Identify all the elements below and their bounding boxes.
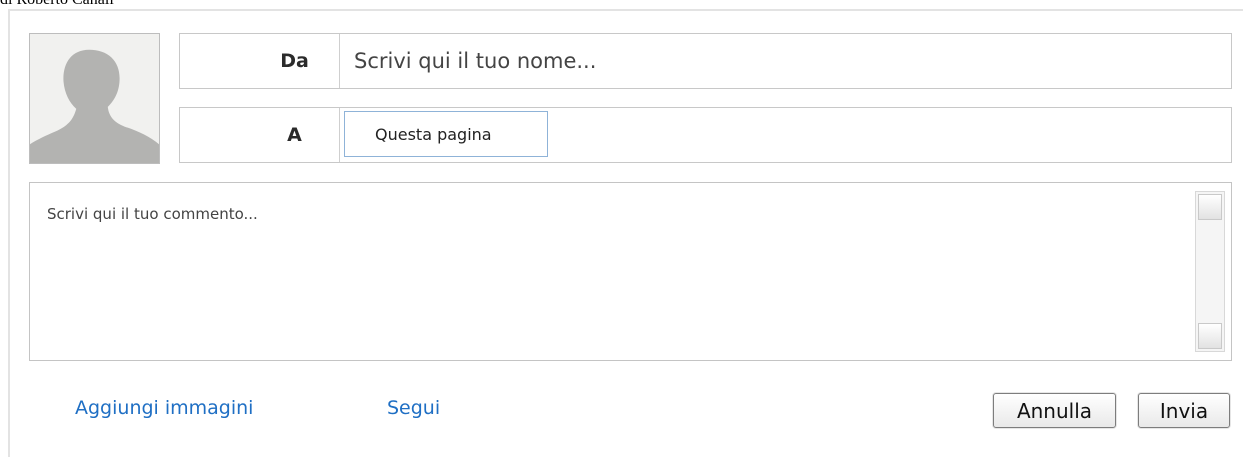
- from-row: Da: [179, 33, 1232, 89]
- comment-textarea[interactable]: [30, 183, 1188, 360]
- follow-link[interactable]: Segui: [387, 397, 440, 419]
- send-button[interactable]: Invia: [1138, 393, 1230, 428]
- cancel-button[interactable]: Annulla: [993, 393, 1116, 428]
- from-label: Da: [180, 34, 340, 88]
- name-input[interactable]: [340, 34, 1228, 88]
- comment-scrollbar[interactable]: [1195, 191, 1225, 352]
- scroll-down-button[interactable]: [1198, 323, 1222, 349]
- scroll-up-button[interactable]: [1198, 194, 1222, 220]
- to-row: A Questa pagina: [179, 107, 1232, 163]
- recipient-field[interactable]: Questa pagina: [344, 111, 548, 157]
- user-silhouette-icon: [30, 34, 159, 163]
- to-label: A: [180, 108, 340, 162]
- avatar: [29, 33, 160, 164]
- comment-box: [29, 182, 1232, 361]
- author-byline: di Roberto Canali: [0, 0, 114, 9]
- add-images-link[interactable]: Aggiungi immagini: [75, 397, 253, 419]
